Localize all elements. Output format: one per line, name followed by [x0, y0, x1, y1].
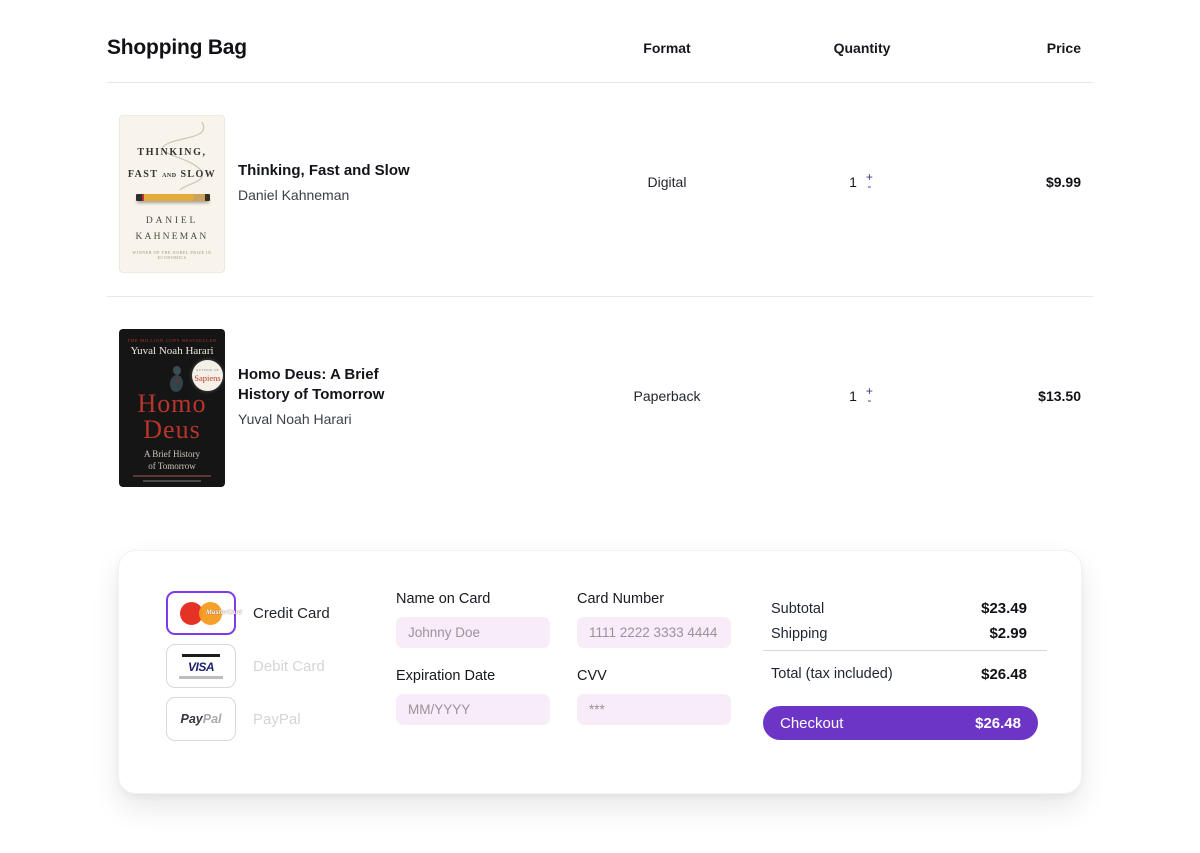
- payment-method-label: Credit Card: [253, 605, 330, 622]
- payment-method-label: PayPal: [253, 711, 301, 728]
- item-format: Digital: [567, 115, 767, 249]
- quantity-value: 1: [849, 174, 857, 190]
- shipping-label: Shipping: [771, 626, 827, 642]
- item-price: $13.50: [957, 329, 1093, 463]
- expiration-date-label: Expiration Date: [396, 668, 550, 684]
- cover-tagline: WINNER OF THE NOBEL PRIZE IN ECONOMICS: [120, 250, 224, 260]
- item-author: Daniel Kahneman: [238, 187, 410, 203]
- subtotal-label: Subtotal: [771, 601, 824, 617]
- item-quantity-cell: 1 + -: [767, 115, 957, 249]
- cover-subtitle-line1: A Brief History: [119, 449, 225, 459]
- quantity-decrease-button[interactable]: -: [865, 396, 873, 405]
- quantity-stepper: + -: [864, 387, 875, 405]
- quantity-value: 1: [849, 388, 857, 404]
- total-label: Total (tax included): [771, 666, 893, 682]
- pencil-illustration: [136, 194, 210, 201]
- checkout-button[interactable]: Checkout $26.48: [763, 706, 1038, 740]
- mastercard-logo-icon: MasterCard: [178, 600, 224, 627]
- column-header-quantity: Quantity: [767, 40, 957, 56]
- payment-method-credit-card-button[interactable]: MasterCard: [166, 591, 236, 635]
- cover-title-line1: THINKING,: [120, 147, 224, 158]
- card-number-input[interactable]: [577, 617, 731, 648]
- cover-footer-decoration: [143, 480, 201, 482]
- cover-footer-decoration: [133, 475, 211, 477]
- shopping-bag-page: Shopping Bag Format Quantity Price THINK…: [107, 0, 1093, 794]
- column-header-format: Format: [567, 40, 767, 56]
- visa-logo-icon: VISA: [179, 654, 223, 679]
- cover-subtitle-line2: of Tomorrow: [119, 461, 225, 471]
- cover-title-line2: Deus: [119, 417, 225, 443]
- book-cover-homo-deus: THE MILLION COPY BESTSELLER Yuval Noah H…: [119, 329, 225, 487]
- checkout-button-amount: $26.48: [975, 715, 1021, 732]
- checkout-button-label: Checkout: [780, 715, 843, 732]
- book-cover-thinking-fast-and-slow: THINKING, FAST AND SLOW DANIEL KAHNEMAN …: [119, 115, 225, 273]
- card-form: Name on Card Card Number Expiration Date…: [396, 591, 731, 793]
- payment-methods: MasterCard Credit Card VISA Debit Card: [166, 591, 396, 793]
- payment-method-label: Debit Card: [253, 658, 325, 675]
- item-format: Paperback: [567, 329, 767, 463]
- payment-method-debit-card-button[interactable]: VISA: [166, 644, 236, 688]
- total-value: $26.48: [981, 666, 1047, 683]
- cart-item-homo-deus: THE MILLION COPY BESTSELLER Yuval Noah H…: [107, 297, 1093, 510]
- cover-topline: THE MILLION COPY BESTSELLER: [119, 338, 225, 343]
- scribble-decoration: [128, 120, 218, 200]
- payment-card: MasterCard Credit Card VISA Debit Card: [118, 550, 1082, 794]
- payment-method-paypal-button[interactable]: PayPal: [166, 697, 236, 741]
- bag-header: Shopping Bag Format Quantity Price: [107, 0, 1093, 82]
- item-title: Homo Deus: A Brief History of Tomorrow: [238, 365, 418, 406]
- cover-title-line1: Homo: [119, 391, 225, 417]
- item-author: Yuval Noah Harari: [238, 411, 418, 427]
- name-on-card-label: Name on Card: [396, 591, 550, 607]
- quantity-decrease-button[interactable]: -: [865, 182, 873, 191]
- sapiens-badge: AUTHOR OF Sapiens: [192, 360, 223, 391]
- subtotal-value: $23.49: [981, 600, 1047, 617]
- column-header-price: Price: [957, 40, 1093, 56]
- cover-author: Yuval Noah Harari: [119, 345, 225, 357]
- name-on-card-input[interactable]: [396, 617, 550, 648]
- expiration-date-input[interactable]: [396, 694, 550, 725]
- cart-item-thinking-fast-and-slow: THINKING, FAST AND SLOW DANIEL KAHNEMAN …: [107, 83, 1093, 296]
- cvv-input[interactable]: [577, 694, 731, 725]
- paypal-logo-icon: PayPal: [180, 712, 221, 726]
- item-title: Thinking, Fast and Slow: [238, 161, 410, 181]
- quantity-stepper: + -: [864, 173, 875, 191]
- item-quantity-cell: 1 + -: [767, 329, 957, 463]
- cover-author-line1: DANIEL: [120, 216, 224, 226]
- item-price: $9.99: [957, 115, 1093, 249]
- shipping-value: $2.99: [989, 625, 1047, 642]
- card-number-label: Card Number: [577, 591, 731, 607]
- page-title: Shopping Bag: [107, 36, 567, 60]
- cover-title-line2: FAST AND SLOW: [120, 169, 224, 180]
- cover-author-line2: KAHNEMAN: [120, 232, 224, 242]
- summary-divider: [763, 650, 1047, 651]
- order-summary: Subtotal $23.49 Shipping $2.99 Total (ta…: [763, 591, 1047, 793]
- cvv-label: CVV: [577, 668, 731, 684]
